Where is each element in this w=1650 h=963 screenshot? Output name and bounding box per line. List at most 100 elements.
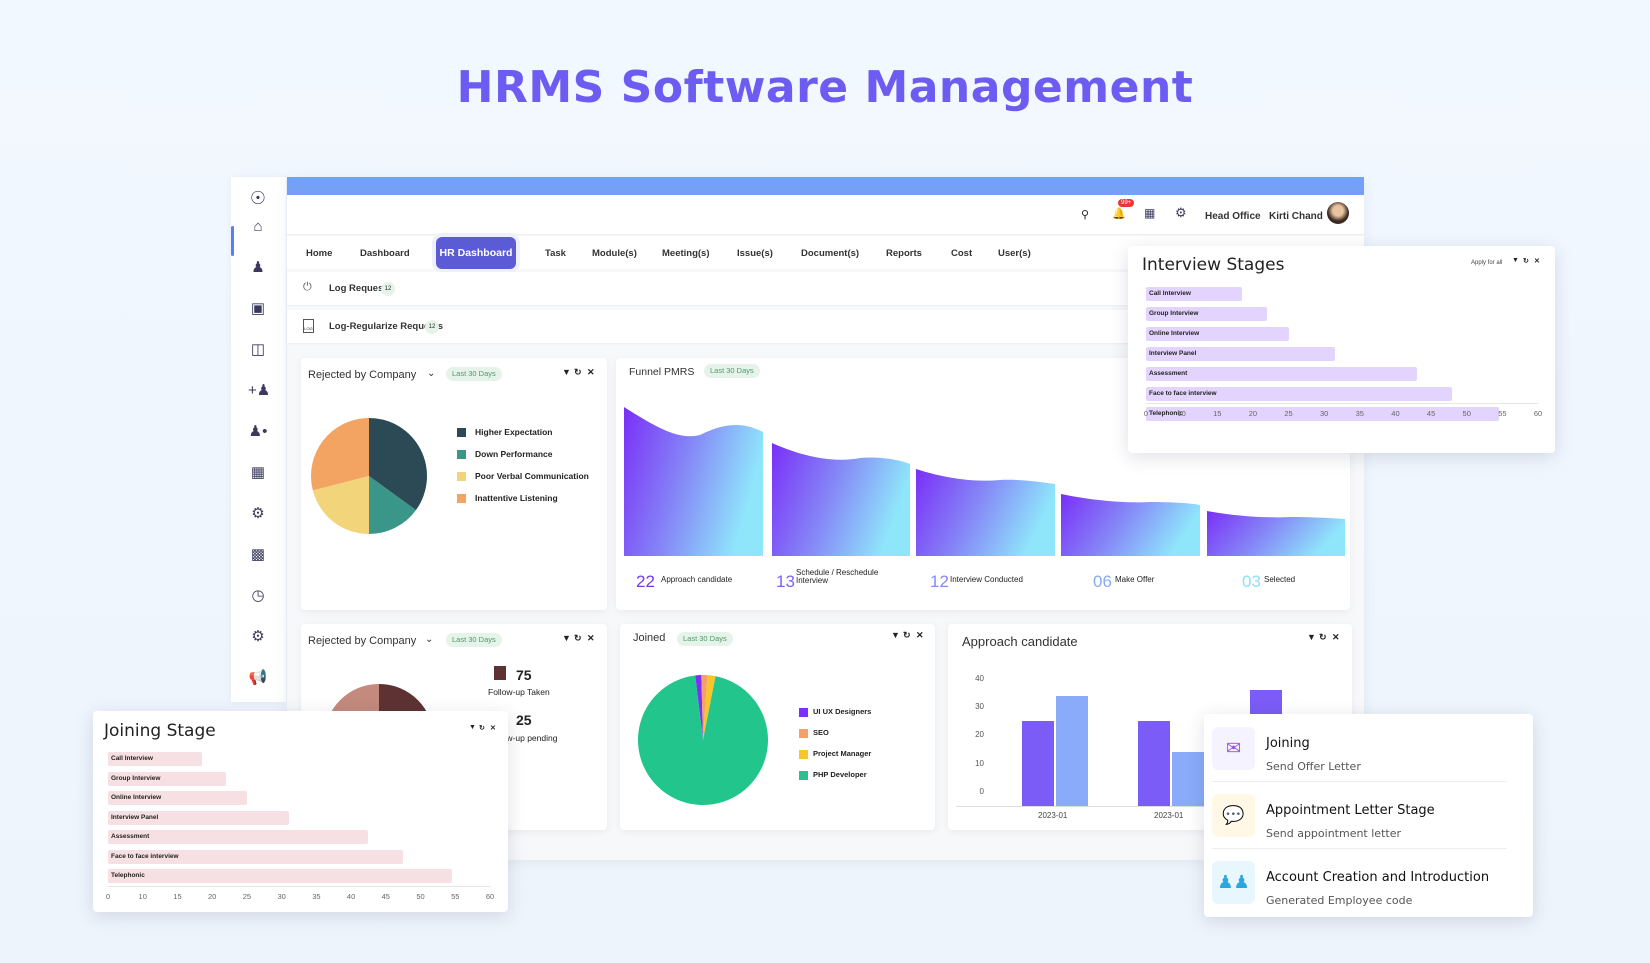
divider (1212, 781, 1507, 782)
refresh-icon[interactable]: ↻ (903, 630, 911, 641)
user-settings-icon[interactable]: ♟• (248, 422, 268, 442)
tab-home[interactable]: Home (306, 248, 332, 259)
tab-users[interactable]: User(s) (998, 248, 1031, 259)
home-icon[interactable]: ⌂ (248, 217, 268, 237)
settings-icon[interactable]: ⚙ (248, 627, 268, 647)
bar: Online Interview (1146, 327, 1289, 341)
filter-icon[interactable]: ▼ (1307, 632, 1316, 642)
bell-icon[interactable]: 🔔 (1112, 207, 1126, 220)
followup-taken-value: 75 (516, 667, 532, 683)
apps-grid-icon[interactable]: ▦ (1144, 206, 1155, 220)
legend-label: Project Manager (813, 749, 872, 758)
bar: Online Interview (108, 791, 247, 805)
legend-swatch (799, 729, 808, 738)
bar: Call Interview (108, 752, 202, 766)
filter-icon[interactable]: ▼ (469, 724, 476, 731)
calculator-icon[interactable]: ▦ (248, 463, 268, 483)
refresh-icon[interactable]: ↻ (1523, 257, 1529, 265)
legend-swatch (457, 428, 466, 437)
close-icon[interactable]: ✕ (1534, 257, 1540, 265)
tab-issues[interactable]: Issue(s) (737, 248, 773, 259)
filter-icon[interactable]: ▼ (562, 633, 571, 643)
tab-hr-dashboard[interactable]: HR Dashboard (436, 237, 516, 269)
legend-swatch (457, 450, 466, 459)
tab-meetings[interactable]: Meeting(s) (662, 248, 710, 259)
range-badge[interactable]: Last 30 Days (446, 633, 502, 647)
legend-swatch (799, 750, 808, 759)
close-icon[interactable]: ✕ (587, 367, 595, 378)
avatar[interactable] (1327, 202, 1349, 224)
divider (1212, 848, 1507, 849)
refresh-icon[interactable]: ↻ (574, 633, 582, 644)
log-file-icon: LOG (303, 319, 314, 333)
close-icon[interactable]: ✕ (1332, 632, 1340, 643)
tab-dashboard[interactable]: Dashboard (360, 248, 410, 259)
gear-icon[interactable]: ⚙ (1175, 205, 1187, 221)
bar: Assessment (1146, 367, 1417, 381)
y-tick-label: 0 (979, 787, 984, 796)
step-title[interactable]: Account Creation and Introduction (1266, 870, 1489, 885)
gear-icon[interactable]: ⚙ (248, 504, 268, 524)
x-tick-label: 30 (277, 892, 286, 901)
chevron-down-icon[interactable]: ⌄ (425, 634, 433, 645)
refresh-icon[interactable]: ↻ (574, 367, 582, 378)
location-selector[interactable]: Head Office (1205, 211, 1261, 222)
team-icon: ♟♟ (1212, 861, 1255, 904)
range-badge[interactable]: Last 30 Days (446, 367, 502, 381)
funnel-value: 13 (776, 572, 795, 591)
search-icon[interactable]: ⚲ (1081, 208, 1089, 221)
step-subtitle: Generated Employee code (1266, 894, 1413, 907)
filter-icon[interactable]: ▼ (562, 367, 571, 377)
range-badge[interactable]: Last 30 Days (704, 364, 760, 378)
apply-for-all-link[interactable]: Apply for all (1471, 260, 1502, 266)
close-icon[interactable]: ✕ (587, 633, 595, 644)
x-axis-line (1146, 403, 1538, 404)
clock-icon[interactable]: ◷ (248, 586, 268, 606)
funnel-value: 03 (1242, 572, 1261, 591)
money-icon[interactable]: ◫ (248, 340, 268, 360)
filter-icon[interactable]: ▼ (891, 630, 900, 640)
x-tick-label: 15 (1213, 409, 1222, 418)
step-title[interactable]: Appointment Letter Stage (1266, 803, 1435, 818)
step-title[interactable]: Joining (1266, 736, 1310, 751)
x-tick-label: 35 (1355, 409, 1364, 418)
briefcase-icon[interactable]: ▣ (248, 299, 268, 319)
x-tick-label: 10 (1177, 409, 1186, 418)
megaphone-icon[interactable]: 📢 (248, 668, 268, 688)
bar: Telephonic (108, 869, 452, 883)
bar: Face to face interview (1146, 387, 1453, 401)
x-tick-label: 50 (416, 892, 425, 901)
bar: Group Interview (1146, 307, 1268, 321)
chevron-down-icon[interactable]: ⌄ (427, 368, 435, 379)
card-title[interactable]: Rejected by Company (308, 369, 416, 381)
bar-chart-icon[interactable]: ▩ (248, 545, 268, 565)
tab-cost[interactable]: Cost (951, 248, 972, 259)
filter-icon[interactable]: ▼ (1512, 257, 1519, 264)
range-badge[interactable]: Last 30 Days (677, 632, 733, 646)
followup-pending-value: 25 (516, 712, 532, 728)
tab-reports[interactable]: Reports (886, 248, 922, 259)
refresh-icon[interactable]: ↻ (479, 724, 485, 732)
compass-logo-icon[interactable]: ☉ (248, 188, 268, 208)
legend-label: Higher Expectation (475, 427, 553, 437)
close-icon[interactable]: ✕ (916, 630, 924, 641)
user-icon[interactable]: ♟ (248, 258, 268, 278)
bar (1056, 695, 1088, 806)
power-icon: ⏻ (303, 281, 312, 293)
joining-stage-popup: Joining Stage ▼ ↻ ✕ Call Interview Group … (93, 711, 508, 912)
close-icon[interactable]: ✕ (490, 724, 496, 732)
step-subtitle: Send Offer Letter (1266, 760, 1361, 773)
top-bar (287, 177, 1364, 195)
tab-documents[interactable]: Document(s) (801, 248, 859, 259)
tab-task[interactable]: Task (545, 248, 566, 259)
card-title[interactable]: Rejected by Company (308, 635, 416, 647)
rejected-pie (311, 418, 427, 534)
refresh-icon[interactable]: ↻ (1319, 632, 1327, 643)
add-user-icon[interactable]: +♟ (248, 381, 270, 401)
user-name[interactable]: Kirti Chand (1269, 211, 1323, 222)
funnel-label: Approach candidate (661, 575, 733, 584)
tab-modules[interactable]: Module(s) (592, 248, 637, 259)
bar (1138, 721, 1170, 806)
x-tick-label: 60 (485, 892, 495, 901)
x-tick-label: 55 (451, 892, 460, 901)
